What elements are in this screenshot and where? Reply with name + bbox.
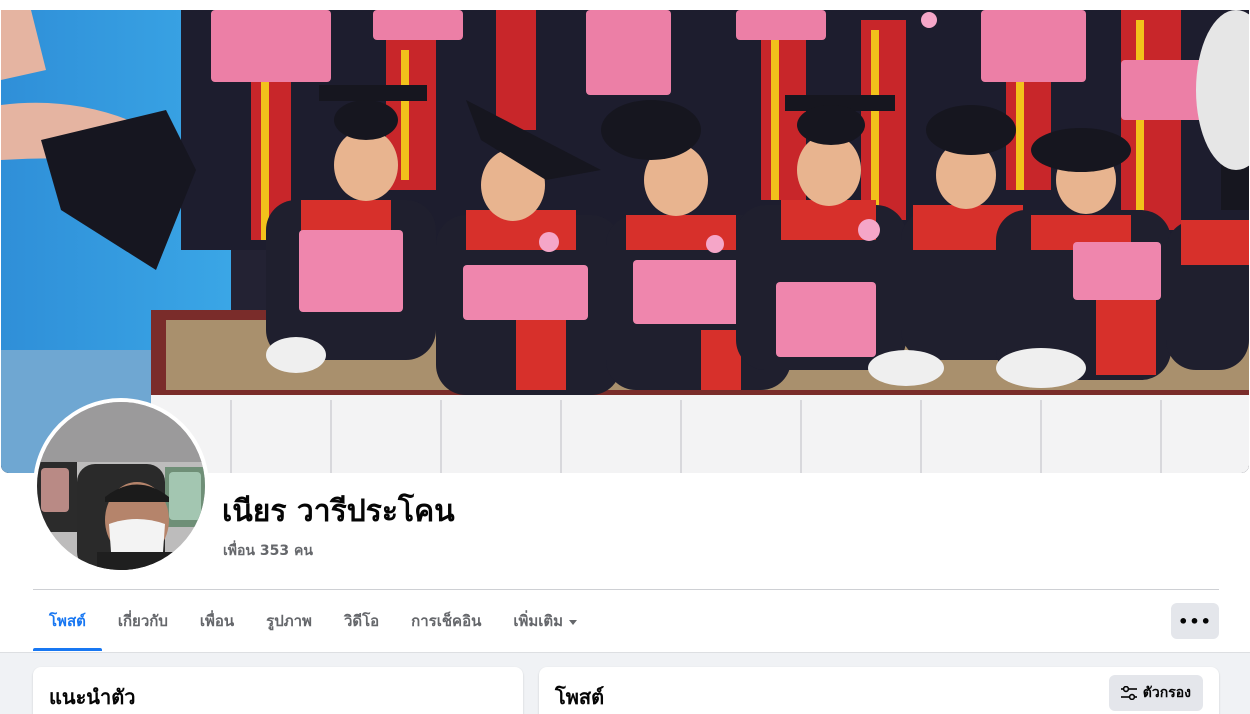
filter-icon <box>1120 686 1137 700</box>
tab-label: เพิ่มเติม <box>513 612 564 630</box>
tab-about[interactable]: เกี่ยวกับ <box>102 591 184 651</box>
intro-card: แนะนำตัว <box>33 667 523 714</box>
profile-name: เนียร วารีประโคน <box>222 494 455 529</box>
tab-label: เพื่อน <box>199 612 235 630</box>
more-options-button[interactable]: ••• <box>1171 603 1219 639</box>
tab-label: วิดีโอ <box>343 612 380 630</box>
tab-friends[interactable]: เพื่อน <box>184 591 250 651</box>
tab-checkins[interactable]: การเช็คอิน <box>395 591 497 651</box>
tab-label: โพสต์ <box>49 612 86 630</box>
profile-page: เนียร วารีประโคน เพื่อน 353 คน โพสต์ เกี… <box>0 0 1250 714</box>
tab-label: เกี่ยวกับ <box>117 612 168 630</box>
posts-card: โพสต์ ตัวกรอง <box>539 667 1219 714</box>
filter-button[interactable]: ตัวกรอง <box>1108 675 1203 711</box>
chevron-down-icon <box>569 619 578 625</box>
profile-avatar[interactable] <box>33 398 209 574</box>
filter-label: ตัวกรอง <box>1142 685 1191 701</box>
tab-more[interactable]: เพิ่มเติม <box>497 591 593 651</box>
tab-label: การเช็คอิน <box>411 612 482 630</box>
avatar-image <box>37 402 205 570</box>
tab-label: รูปภาพ <box>266 612 312 630</box>
tab-posts[interactable]: โพสต์ <box>33 591 102 651</box>
friends-count[interactable]: เพื่อน 353 คน <box>223 540 313 562</box>
posts-title: โพสต์ <box>555 685 605 709</box>
header-divider <box>33 589 1219 590</box>
profile-tabs: โพสต์ เกี่ยวกับ เพื่อน รูปภาพ วิดีโอ การ… <box>33 591 593 651</box>
tab-videos[interactable]: วิดีโอ <box>328 591 395 651</box>
cover-photo[interactable] <box>1 10 1249 473</box>
intro-title: แนะนำตัว <box>49 685 136 709</box>
tab-photos[interactable]: รูปภาพ <box>250 591 328 651</box>
